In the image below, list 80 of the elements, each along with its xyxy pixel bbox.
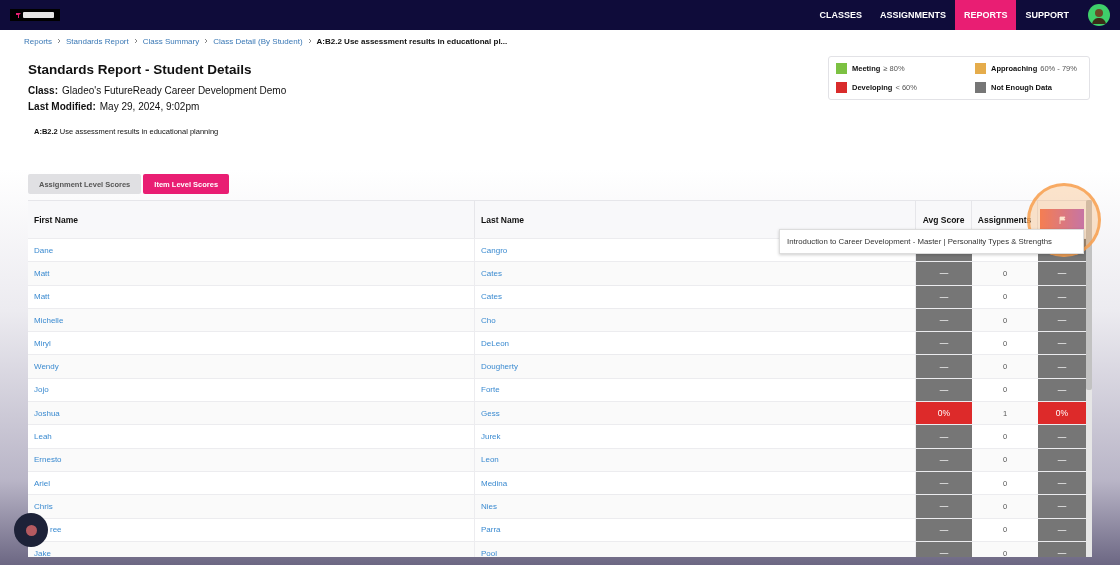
meta-value: May 29, 2024, 9:02pm — [99, 101, 200, 112]
first-name-link[interactable]: Matt — [34, 268, 50, 278]
avg-score-cell: — — [916, 332, 972, 355]
last-name-link[interactable]: Medina — [481, 478, 508, 488]
first-name-link[interactable]: ree — [50, 525, 62, 535]
last-name-link[interactable]: Jurek — [481, 432, 501, 441]
chevron-icon — [56, 38, 62, 44]
item-score-cell: — — [1038, 262, 1086, 285]
first-name-link[interactable]: Dane — [34, 245, 54, 255]
item-score-cell: — — [1038, 495, 1086, 518]
gladeo-logo[interactable] — [10, 9, 60, 21]
chevron-icon — [132, 38, 139, 44]
breadcrumb-link[interactable]: A:B2.2 Use assessment results in educational pl... — [316, 36, 508, 46]
item-score-cell: — — [1038, 308, 1086, 332]
meta-label: Class: — [28, 85, 58, 96]
meta-value: Gladeo's FutureReady Career Development Demo — [62, 85, 287, 96]
flag-icon — [1058, 215, 1066, 224]
avg-score-cell: — — [916, 355, 972, 378]
avg-score-cell: — — [916, 448, 972, 471]
meta-label: Last Modified: — [28, 101, 96, 112]
scrollbar-track[interactable] — [1086, 200, 1092, 557]
first-name-link[interactable]: Michelle — [34, 315, 64, 325]
last-name-link[interactable]: Cates — [481, 268, 502, 278]
scrollbar-thumb[interactable] — [1086, 200, 1092, 390]
first-name-link[interactable]: Leah — [34, 432, 52, 441]
logo-mark-icon — [15, 11, 55, 19]
breadcrumb-link[interactable]: Class Detail (By Student) — [213, 36, 303, 46]
first-name-link[interactable]: Jake — [34, 548, 51, 557]
nav-link[interactable]: ASSIGNMENTS — [870, 0, 955, 30]
user-avatar[interactable] — [1088, 4, 1110, 26]
record-button[interactable] — [14, 513, 48, 547]
last-name-link[interactable]: Cangro — [481, 245, 508, 255]
item-score-cell: — — [1038, 518, 1086, 541]
page-title: Standards Report - Student Details — [28, 62, 253, 77]
first-name-link[interactable]: Ariel — [34, 478, 50, 488]
breadcrumb-link[interactable]: Class Summary — [142, 36, 200, 46]
item-score-cell: 0% — [1038, 402, 1086, 425]
first-name-link[interactable]: Wendy — [34, 362, 59, 372]
first-name-link[interactable]: Miryl — [34, 338, 51, 348]
avg-score-cell: — — [916, 285, 972, 308]
nav-link[interactable]: SUPPORT — [1016, 0, 1078, 30]
last-name-link[interactable]: Pool — [481, 548, 497, 557]
item-score-cell: — — [1038, 471, 1086, 495]
record-icon — [25, 524, 37, 536]
nav-link[interactable]: REPORTS — [954, 0, 1017, 30]
avg-score-cell: 0% — [916, 402, 972, 425]
last-name-link[interactable]: Parra — [481, 525, 501, 535]
item-score-cell: — — [1038, 332, 1086, 355]
last-name-link[interactable]: Dougherty — [481, 362, 518, 372]
last-name-link[interactable]: Cates — [481, 292, 502, 302]
first-name-link[interactable]: Ernesto — [34, 455, 62, 465]
item-score-cell: — — [1038, 285, 1086, 308]
last-name-link[interactable]: Leon — [481, 455, 499, 465]
chevron-icon — [306, 38, 313, 44]
item-score-cell: — — [1038, 425, 1086, 448]
first-name-link[interactable]: Jojo — [34, 385, 49, 395]
avg-score-cell: — — [916, 518, 972, 541]
first-name-link[interactable]: Chris — [34, 501, 53, 511]
item-thumbnail[interactable] — [1040, 208, 1084, 231]
last-name-link[interactable]: Forte — [481, 385, 500, 395]
avg-score-cell: — — [916, 495, 972, 518]
nav-link[interactable]: CLASSES — [810, 0, 871, 30]
item-score-cell: — — [1038, 448, 1086, 471]
avg-score-cell: — — [916, 262, 972, 285]
last-name-link[interactable]: Cho — [481, 315, 496, 325]
first-name-link[interactable]: Joshua — [34, 408, 60, 418]
item-score-cell: — — [1038, 378, 1086, 402]
avg-score-cell: — — [916, 308, 972, 332]
last-name-link[interactable]: Gess — [481, 408, 500, 418]
last-name-link[interactable]: DeLeon — [481, 338, 510, 348]
avg-score-cell: — — [916, 378, 972, 402]
breadcrumb-link[interactable]: Reports — [24, 36, 52, 46]
item-score-cell: — — [1038, 355, 1086, 378]
last-name-link[interactable]: Nies — [481, 501, 497, 511]
chevron-icon — [203, 38, 210, 44]
breadcrumb-link[interactable]: Standards Report — [66, 36, 129, 46]
column-header: First Name — [28, 201, 475, 238]
avg-score-cell: — — [916, 471, 972, 495]
first-name-link[interactable]: Matt — [34, 292, 50, 302]
avg-score-cell: — — [916, 425, 972, 448]
